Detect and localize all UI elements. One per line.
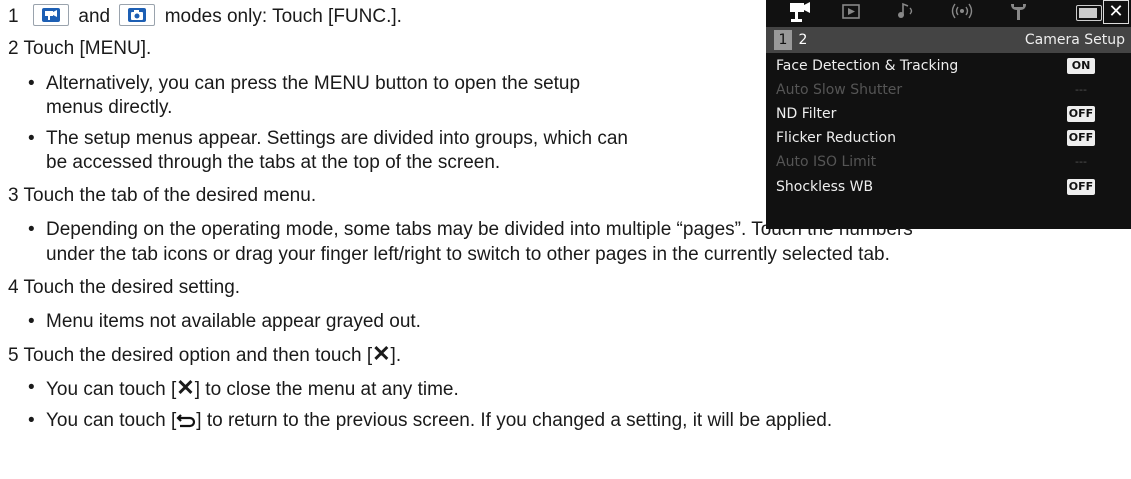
close-button[interactable]: ✕ [1103, 0, 1129, 24]
step-2-text: Touch [MENU]. [23, 38, 152, 59]
bullet-text-end: ] to return to the previous screen. If y… [196, 410, 833, 431]
bullet-text: You can touch [ [46, 379, 177, 400]
step-number: 1 [8, 6, 19, 27]
wireless-icon [951, 3, 973, 19]
wrench-icon [1011, 4, 1026, 20]
bullet-text: Alternatively, you can press the MENU bu… [46, 73, 581, 94]
menu-row-face-detection[interactable]: Face Detection & Tracking ON [766, 55, 1131, 78]
menu-row-auto-slow-shutter: Auto Slow Shutter --- [766, 79, 1131, 102]
menu-row-label: Auto ISO Limit [776, 154, 877, 170]
bullet-6: • You can touch [ ] to return to the prev… [28, 409, 833, 433]
bullet-4: • Menu items not available appear grayed… [28, 310, 421, 334]
bullet-text: You can touch [ [46, 410, 177, 431]
step-5-text: Touch the desired option and then touch … [23, 345, 373, 366]
menu-row-flicker-reduction[interactable]: Flicker Reduction OFF [766, 127, 1131, 150]
battery-icon [1076, 5, 1102, 21]
menu-row-label: Face Detection & Tracking [776, 58, 959, 74]
return-arrow-icon [176, 410, 196, 431]
audio-icon [898, 2, 913, 18]
step-2: 2 Touch [MENU]. [8, 37, 151, 61]
menu-row-value: OFF [1067, 106, 1095, 122]
playback-icon [842, 4, 860, 19]
menu-row-value: OFF [1067, 130, 1095, 146]
bullet-2: • The setup menus appear. Settings are d… [28, 127, 628, 151]
bullet-text: The setup menus appear. Settings are div… [46, 128, 628, 149]
bullet-5: • You can touch [✕] to close the menu at… [28, 375, 459, 402]
step-5-text-end: ]. [390, 345, 402, 366]
step-1-text: modes only: Touch [FUNC.]. [164, 6, 402, 27]
step-3-text: Touch the tab of the desired menu. [23, 185, 317, 206]
page-bar: 1 2 Camera Setup [766, 27, 1131, 53]
camera-menu-screen: ✕ 1 2 Camera Setup Face Detection & Trac… [766, 0, 1131, 229]
step-4-text: Touch the desired setting. [23, 277, 241, 298]
menu-row-value: OFF [1067, 179, 1095, 195]
bullet-text: under the tab icons or drag your finger … [46, 244, 890, 265]
step-3: 3 Touch the tab of the desired menu. [8, 184, 316, 208]
menu-row-value: ON [1067, 58, 1095, 74]
video-mode-icon [33, 4, 70, 26]
menu-row-nd-filter[interactable]: ND Filter OFF [766, 103, 1131, 126]
menu-row-value: --- [1075, 155, 1087, 168]
close-x-icon: ✕ [1108, 1, 1124, 22]
video-camera-icon [790, 2, 810, 22]
bullet-dot: • [28, 410, 35, 431]
step-number: 2 [8, 38, 19, 59]
bullet-dot: • [28, 219, 35, 240]
bullet-2-cont: be accessed through the tabs at the top … [46, 151, 500, 175]
bullet-dot: • [28, 73, 35, 94]
menu-row-auto-iso-limit: Auto ISO Limit --- [766, 151, 1131, 174]
page-1-button[interactable]: 1 [774, 30, 792, 50]
menu-row-label: Flicker Reduction [776, 130, 896, 146]
page-2-button[interactable]: 2 [794, 30, 812, 50]
menu-row-label: Shockless WB [776, 179, 874, 195]
bullet-3-cont: under the tab icons or drag your finger … [46, 243, 890, 267]
step-number: 3 [8, 185, 19, 206]
step-1: 1 and modes only: Touch [FUNC.]. [8, 4, 402, 29]
bullet-1-cont: menus directly. [46, 96, 172, 120]
bullet-text: menus directly. [46, 97, 173, 118]
step-number: 4 [8, 277, 19, 298]
bullet-1: • Alternatively, you can press the MENU … [28, 72, 581, 96]
close-x-icon: ✕ [176, 375, 195, 400]
step-5: 5 Touch the desired option and then touc… [8, 342, 401, 368]
page-title: Camera Setup [1024, 32, 1125, 48]
menu-row-value: --- [1075, 83, 1087, 96]
close-x-icon: ✕ [372, 341, 391, 366]
menu-row-label: ND Filter [776, 106, 837, 122]
bullet-dot: • [28, 311, 35, 332]
bullet-text-end: ] to close the menu at any time. [194, 379, 459, 400]
step-4: 4 Touch the desired setting. [8, 276, 240, 300]
photo-mode-icon [119, 4, 156, 26]
menu-row-shockless-wb[interactable]: Shockless WB OFF [766, 176, 1131, 199]
step-number: 5 [8, 345, 19, 366]
bullet-text: be accessed through the tabs at the top … [46, 152, 501, 173]
bullet-text: Menu items not available appear grayed o… [46, 311, 421, 332]
bullet-dot: • [28, 377, 35, 398]
bullet-dot: • [28, 128, 35, 149]
menu-row-label: Auto Slow Shutter [776, 82, 903, 98]
step-1-mid: and [78, 6, 111, 27]
